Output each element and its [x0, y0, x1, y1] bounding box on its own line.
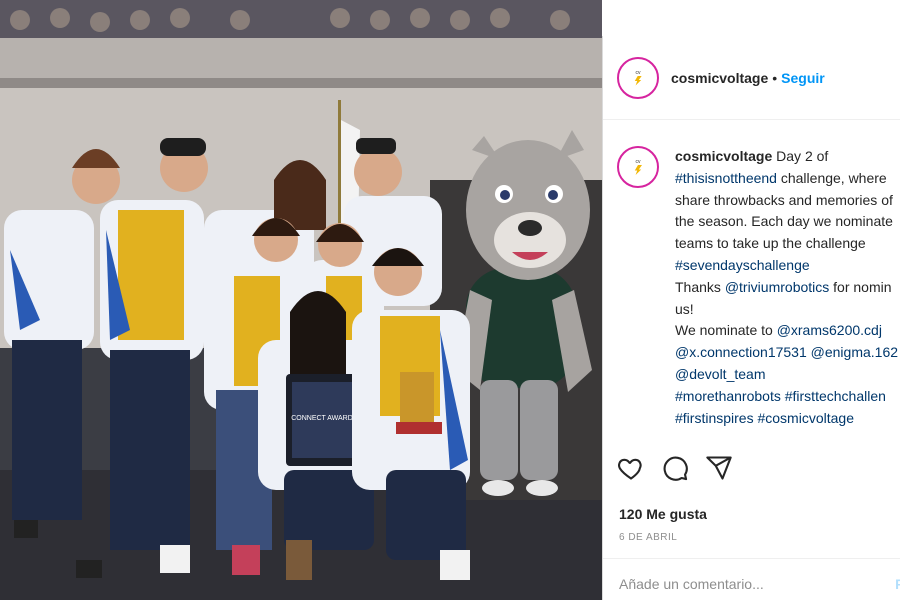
post-date: 6 DE ABRIL: [619, 532, 678, 543]
comment-icon[interactable]: [661, 454, 689, 482]
caption-link[interactable]: #firsttechchallen: [785, 388, 886, 404]
heart-icon[interactable]: [617, 454, 645, 482]
plaque-title: CONNECT AWARD: [291, 415, 353, 422]
caption-segment: Thanks: [675, 278, 725, 295]
caption-link[interactable]: #morethanrobots: [675, 388, 781, 404]
caption-segment: teams to take up the challenge: [675, 235, 866, 252]
caption-segment: the season. Each day we nominate: [675, 213, 893, 230]
caption-segment: We nominate to: [675, 322, 777, 339]
header-separator: •: [772, 69, 778, 86]
account-avatar[interactable]: cv: [617, 56, 659, 99]
post-photo[interactable]: CONNECT AWARD: [0, 0, 602, 600]
comment-bar: Añade un comentario... Pu: [603, 558, 900, 609]
avatar-logo: cv: [622, 61, 654, 94]
caption-segment: share throwbacks and memories of: [675, 191, 893, 208]
post-header: cv cosmicvoltage • Seguir: [603, 36, 900, 120]
caption-link[interactable]: @devolt_team: [675, 366, 765, 382]
avatar-logo-mark: cv: [635, 69, 641, 76]
caption-link[interactable]: @enigma.162: [811, 344, 898, 360]
caption-link[interactable]: @triviumrobotics: [725, 279, 829, 295]
caption-segment: us!: [675, 300, 694, 317]
caption-segment: for nomin: [829, 278, 892, 295]
lightning-bolt-icon: [634, 75, 642, 86]
post-caption: cv cosmicvoltage Day 2 of #thisisnotthee…: [617, 146, 900, 476]
caption-link[interactable]: #cosmicvoltage: [757, 410, 854, 426]
caption-avatar[interactable]: cv: [617, 146, 659, 188]
caption-segment: Day 2 of: [776, 148, 829, 164]
caption-link[interactable]: @x.connection17531: [675, 344, 807, 360]
post-username[interactable]: cosmicvoltage: [671, 70, 768, 86]
share-icon[interactable]: [705, 454, 733, 482]
likes-count[interactable]: 120 Me gusta: [619, 506, 707, 522]
follow-button[interactable]: Seguir: [781, 70, 825, 86]
comment-input[interactable]: Añade un comentario...: [619, 576, 764, 592]
caption-text: cosmicvoltage Day 2 of #thisisnottheend …: [675, 146, 898, 476]
caption-link[interactable]: #firstinspires: [675, 410, 754, 426]
caption-link[interactable]: #sevendayschallenge: [675, 257, 810, 273]
avatar-logo-mark: cv: [635, 159, 641, 165]
publish-button[interactable]: Pu: [895, 576, 900, 592]
caption-link[interactable]: @xrams6200.cdj: [777, 322, 882, 338]
post-side-panel: cv cosmicvoltage • Seguir cv cosmicvolta…: [602, 36, 900, 600]
post-actions: [617, 454, 733, 482]
team-photo-illustration: CONNECT AWARD: [0, 0, 602, 600]
caption-link[interactable]: #thisisnottheend: [675, 170, 777, 186]
lightning-bolt-icon: [634, 165, 642, 175]
caption-username[interactable]: cosmicvoltage: [675, 148, 772, 164]
caption-segment: challenge, where: [776, 169, 887, 186]
avatar-logo: cv: [622, 151, 654, 183]
